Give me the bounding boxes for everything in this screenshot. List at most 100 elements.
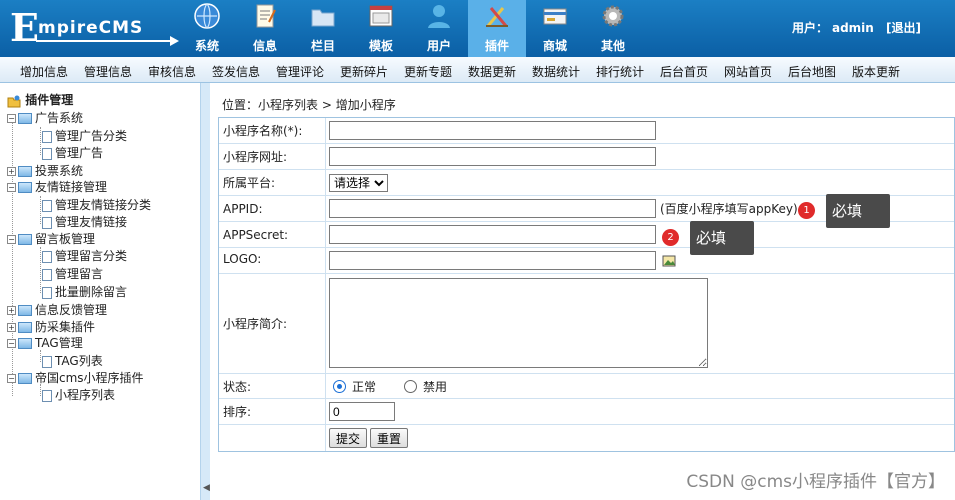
menu-admin-map[interactable]: 后台地图 [788,63,836,80]
folder-icon [18,166,32,177]
appid-input[interactable] [329,199,656,218]
tree-item-label: 管理留言分类 [55,249,128,263]
menu-sign-info[interactable]: 签发信息 [212,63,260,80]
page-icon [42,389,52,402]
menu-data-stats[interactable]: 数据统计 [532,63,580,80]
form-row-order: 排序: [219,399,954,425]
tree-item-tag-list[interactable]: TAG列表 [42,353,103,370]
tree-item-batch-delete-guestbook[interactable]: 批量删除留言 [42,284,127,301]
nav-info[interactable]: 信息 [236,0,294,57]
tree-item-feedback[interactable]: + 信息反馈管理 [7,302,107,319]
breadcrumb-separator: > [318,98,336,112]
user-area: 用户： admin [退出] [792,19,925,36]
expand-toggle-icon[interactable]: + [7,167,16,176]
menu-rank-stats[interactable]: 排行统计 [596,63,644,80]
user-name[interactable]: admin [832,21,874,35]
nav-column[interactable]: 栏目 [294,0,352,57]
form-row-url: 小程序网址: [219,144,954,170]
menu-admin-home[interactable]: 后台首页 [660,63,708,80]
appid-label: APPID: [219,196,326,221]
expand-toggle-icon[interactable]: + [7,306,16,315]
tree-item-label: 广告系统 [35,111,84,125]
tree-item-ads[interactable]: − 广告系统 [7,110,83,127]
gear-icon [602,5,624,27]
main-content: 位置：小程序列表 > 增加小程序 小程序名称(*): 小程序网址: 所属平台: … [212,83,955,500]
logout-link[interactable]: [退出] [886,21,921,35]
tree-item-anti-collect[interactable]: + 防采集插件 [7,319,95,336]
tree-item-tag[interactable]: − TAG管理 [7,335,83,352]
order-input[interactable] [329,402,395,421]
collapse-toggle-icon[interactable]: − [7,339,16,348]
reset-button[interactable]: 重置 [370,428,409,448]
menu-version-update[interactable]: 版本更新 [852,63,900,80]
status-normal-radio[interactable] [333,379,346,393]
folder-icon [18,338,32,349]
nav-template[interactable]: 模板 [352,0,410,57]
name-input[interactable] [329,121,656,140]
tree-item-manage-guestbook[interactable]: 管理留言 [42,266,103,283]
nav-other[interactable]: 其他 [584,0,642,57]
nav-shop[interactable]: 商城 [526,0,584,57]
menu-data-update[interactable]: 数据更新 [468,63,516,80]
tree-item-vote[interactable]: + 投票系统 [7,163,83,180]
tree-item-label: 投票系统 [35,164,84,178]
breadcrumb-link[interactable]: 小程序列表 [258,98,318,112]
nav-plugin[interactable]: 插件 [468,0,526,57]
submit-button[interactable]: 提交 [329,428,368,448]
menu-review-info[interactable]: 审核信息 [148,63,196,80]
tree-item-manage-links[interactable]: 管理友情链接 [42,214,127,231]
tree-item-label: 批量删除留言 [55,285,128,299]
tree-item-manage-guestbook-category[interactable]: 管理留言分类 [42,248,127,265]
nav-user[interactable]: 用户 [410,0,468,57]
logo-input[interactable] [329,251,656,270]
nav-info-label: 信息 [252,39,277,53]
tree-item-label: TAG列表 [55,354,103,368]
page-icon [42,286,52,299]
collapse-toggle-icon[interactable]: − [7,235,16,244]
tree-connector [40,247,41,293]
expand-toggle-icon[interactable]: + [7,323,16,332]
menu-add-info[interactable]: 增加信息 [20,63,68,80]
appsecret-input[interactable] [329,225,656,244]
status-disabled-label: 禁用 [423,379,448,394]
menu-manage-comments[interactable]: 管理评论 [276,63,324,80]
menu-site-home[interactable]: 网站首页 [724,63,772,80]
tree-item-manage-ad-category[interactable]: 管理广告分类 [42,128,127,145]
folder-icon [18,305,32,316]
platform-select[interactable]: 请选择 [329,173,388,192]
nav-system[interactable]: 系统 [178,0,236,57]
url-input[interactable] [329,147,656,166]
annotation-tooltip-2: 必填 [690,221,754,255]
menu-manage-info[interactable]: 管理信息 [84,63,132,80]
tree-item-manage-ads[interactable]: 管理广告 [42,145,103,162]
tree-item-links[interactable]: − 友情链接管理 [7,179,107,196]
csdn-watermark: CSDN @cms小程序插件【官方】 [686,472,945,492]
collapse-toggle-icon[interactable]: − [7,114,16,123]
logo-underline [36,40,176,42]
tree-item-guestbook[interactable]: − 留言板管理 [7,231,95,248]
tree-item-manage-link-category[interactable]: 管理友情链接分类 [42,197,151,214]
status-disabled-radio[interactable] [404,379,418,393]
tree-item-label: 友情链接管理 [35,180,108,194]
collapse-toggle-icon[interactable]: − [7,183,16,192]
collapse-left-icon[interactable]: ◀ [203,483,210,493]
page-icon [42,355,52,368]
form-row-name: 小程序名称(*): [219,118,954,144]
tree-item-label: 信息反馈管理 [35,303,108,317]
collapse-toggle-icon[interactable]: − [7,374,16,383]
tree-item-miniprogram-list[interactable]: 小程序列表 [42,387,115,404]
folder-icon [18,182,32,193]
logo-text: mpireCMS [38,18,144,38]
menu-update-topics[interactable]: 更新专题 [404,63,452,80]
sidebar-splitter[interactable]: ◀ [200,83,210,500]
tree-item-label: 小程序列表 [55,388,116,402]
form-row-actions: 提交 重置 [219,425,954,451]
intro-textarea[interactable] [329,278,708,368]
tree-item-miniprogram-plugin[interactable]: − 帝国cms小程序插件 [7,370,144,387]
menu-update-fragments[interactable]: 更新碎片 [340,63,388,80]
tree-item-label: 管理广告分类 [55,129,128,143]
image-upload-icon[interactable] [662,254,676,268]
form-row-platform: 所属平台: 请选择 [219,170,954,196]
nav-plugin-label: 插件 [484,39,509,53]
nav-user-label: 用户 [426,39,451,53]
